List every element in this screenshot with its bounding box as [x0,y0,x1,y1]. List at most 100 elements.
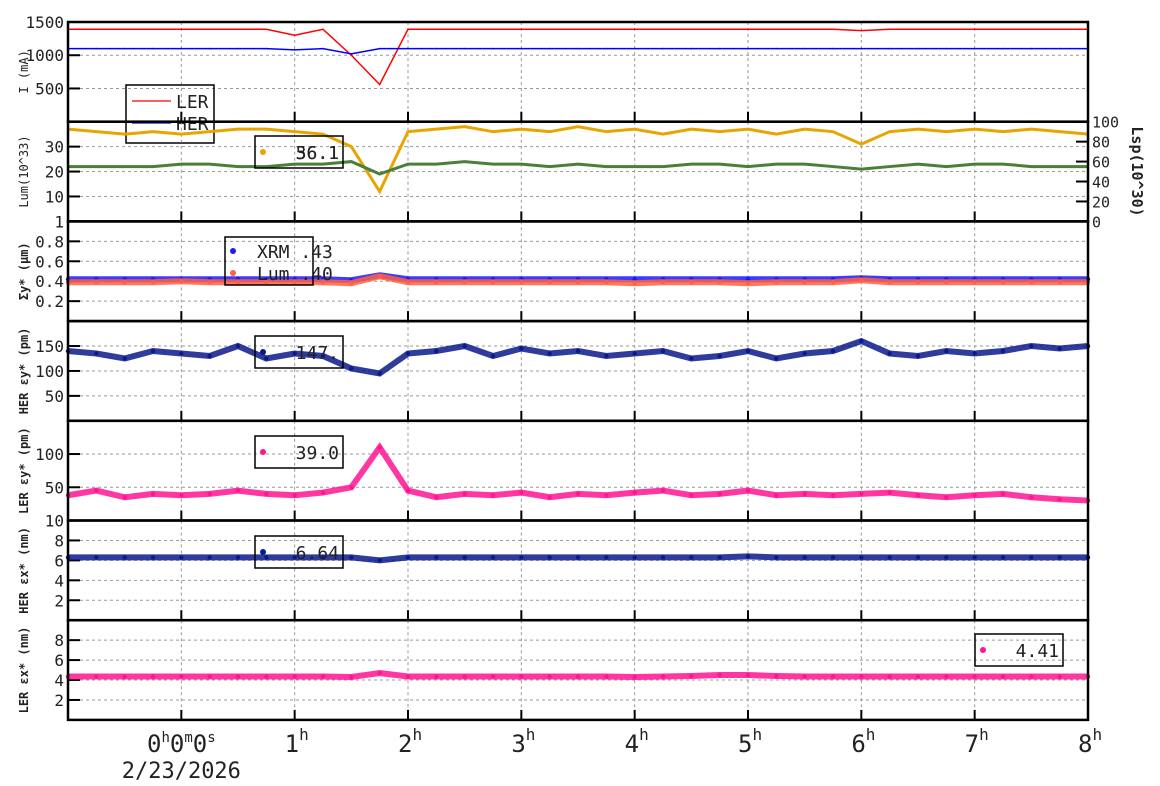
data-point [237,165,239,168]
data-point [972,493,977,498]
data-point [434,280,439,285]
data-point [378,83,381,86]
data-point [604,555,609,560]
data-point [662,47,664,50]
data-point [718,163,721,165]
series-lsp [67,160,1089,176]
data-point [887,351,892,356]
data-point [179,351,184,356]
y-tick-label: 1 [54,212,64,231]
y-tick-label: 8 [54,631,64,650]
data-point [859,338,864,344]
data-point [690,47,693,50]
legend-marker [230,270,236,276]
panel-4 [65,419,1091,522]
data-point [207,674,212,679]
data-point [803,163,806,165]
y-axis-label: LER εx* (nm) [17,627,31,714]
panel-frame [66,419,1090,522]
y2-axis-label: Lsp(10^30) [1128,126,1146,216]
panel-frame [66,519,1090,622]
data-point [293,130,296,133]
y-tick-label: 6 [54,551,64,570]
data-point [690,128,693,130]
data-point [520,28,523,31]
data-point [434,555,439,560]
data-point [519,280,524,285]
data-point [435,47,438,50]
data-point [265,165,268,168]
data-point [95,28,98,31]
data-point [718,28,721,31]
data-point [717,555,722,560]
data-point [774,356,779,361]
data-point [519,490,524,495]
data-point [1058,47,1061,50]
data-point [917,47,919,50]
y-axis-label: LER εy* (pm) [17,427,31,514]
x-tick-label: 5h [738,725,762,758]
data-point [547,280,552,285]
data-point [377,670,382,676]
x-tick-label: 7h [965,725,989,758]
data-point [577,163,579,165]
data-point [377,274,382,279]
data-point [490,493,496,498]
data-point [1030,128,1033,130]
data-point [774,493,779,498]
data-point [349,281,354,286]
data-point [605,47,608,50]
data-point [1029,674,1034,679]
data-point [632,351,637,356]
data-point [972,555,977,560]
legend-value: 39.0 [296,443,339,464]
data-point [660,674,666,679]
data-point [405,351,411,356]
data-point [207,555,212,560]
legend-value: 147. [296,343,339,364]
data-point [860,29,863,32]
data-point [860,168,863,170]
series-ler [67,28,1089,86]
panel-frame [66,220,1090,323]
data-point [462,555,467,560]
data-point [492,28,494,31]
data-point [972,674,977,679]
data-point [235,674,241,679]
y-tick-label: 6 [54,651,64,670]
data-point [235,343,241,349]
data-point [207,353,212,359]
data-point [973,28,976,31]
data-point [179,493,184,498]
y-tick-label: 0.4 [35,272,64,291]
series-her [67,47,1089,55]
data-point [237,28,239,31]
data-point [832,47,834,50]
data-point [832,165,834,168]
data-point [577,28,579,31]
y2-tick-label: 40 [1092,174,1110,192]
data-point [717,672,722,678]
data-point [490,555,496,560]
data-point [492,47,494,50]
y2-tick-label: 0 [1092,213,1101,231]
legend-marker [230,248,236,254]
y-tick-label: 10 [45,512,64,531]
data-point [604,493,609,498]
legend-label: LER [176,92,209,113]
data-point [745,554,751,559]
data-point [462,674,467,679]
data-point [435,163,438,165]
data-point [150,674,156,679]
panel-0 [66,20,1090,144]
data-point [378,47,381,50]
multi-panel-chart: 50010001500I (mA)LERHER1020301Lum(10^33)… [17,13,1146,784]
data-point [1002,130,1004,133]
data-point [802,351,807,356]
data-point [689,555,694,560]
data-point [774,673,779,679]
data-point [915,674,921,679]
y-tick-label: 50 [45,387,64,406]
data-point [179,555,184,560]
data-point [689,493,694,498]
